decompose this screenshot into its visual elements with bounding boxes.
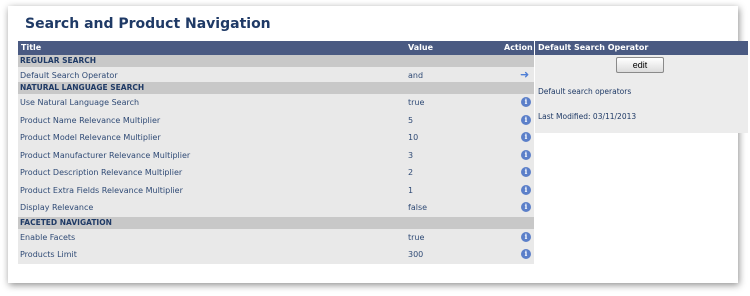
info-icon[interactable]: i <box>521 231 531 242</box>
section-header: REGULAR SEARCH <box>18 55 534 67</box>
arrow-right-icon[interactable]: ➜ <box>520 69 529 80</box>
info-icon[interactable]: i <box>521 114 531 125</box>
table-row[interactable]: Product Manufacturer Relevance Multiplie… <box>18 147 534 165</box>
column-header-value: Value <box>408 43 434 52</box>
row-value: 10 <box>408 133 419 142</box>
info-icon[interactable]: i <box>521 132 531 142</box>
edit-button[interactable]: edit <box>616 57 664 73</box>
section-header: NATURAL LANGUAGE SEARCH <box>18 82 534 94</box>
table-row[interactable]: Product Description Relevance Multiplier… <box>18 164 534 182</box>
row-value: true <box>408 98 425 107</box>
last-modified-text: Last Modified: 03/11/2013 <box>538 112 637 121</box>
row-value: and <box>408 71 424 80</box>
info-icon[interactable]: i <box>521 202 531 212</box>
table-row[interactable]: Product Extra Fields Relevance Multiplie… <box>18 182 534 200</box>
table-row[interactable]: Product Name Relevance Multiplier 5 i <box>18 112 534 130</box>
row-title: Default Search Operator <box>20 71 118 80</box>
table-row[interactable]: Enable Facets true i <box>18 229 534 247</box>
row-title: Use Natural Language Search <box>20 98 140 107</box>
column-header-action: Action <box>504 43 533 52</box>
row-value: 5 <box>408 115 414 125</box>
table-row[interactable]: Default Search Operator and ➜ <box>18 67 534 82</box>
row-value: 3 <box>408 150 414 160</box>
row-title: Enable Facets <box>20 232 76 242</box>
row-title: Product Model Relevance Multiplier <box>20 133 161 142</box>
side-panel-header: Default Search Operator <box>535 41 748 55</box>
row-value: 2 <box>408 168 414 177</box>
column-header-title: Title <box>21 43 42 52</box>
row-title: Product Name Relevance Multiplier <box>20 115 161 125</box>
table-row[interactable]: Use Natural Language Search true i <box>18 94 534 112</box>
row-title: Product Extra Fields Relevance Multiplie… <box>20 185 183 195</box>
table-header: Title Value Action <box>18 41 534 55</box>
settings-panel: Search and Product Navigation Title Valu… <box>8 6 748 283</box>
info-icon[interactable]: i <box>521 249 531 259</box>
row-value: false <box>408 203 428 212</box>
page-title: Search and Product Navigation <box>25 16 271 32</box>
info-icon[interactable]: i <box>521 149 531 160</box>
table-row[interactable]: Display Relevance false i <box>18 199 534 217</box>
row-value: true <box>408 232 425 242</box>
table-row[interactable]: Product Model Relevance Multiplier 10 i <box>18 129 534 147</box>
row-title: Display Relevance <box>20 203 94 212</box>
edit-side-panel: Default Search Operator edit Default sea… <box>535 41 748 133</box>
row-value: 300 <box>408 250 424 259</box>
row-title: Products Limit <box>20 250 77 259</box>
info-icon[interactable]: i <box>521 184 531 195</box>
row-title: Product Manufacturer Relevance Multiplie… <box>20 150 191 160</box>
side-panel-description: Default search operators <box>538 87 632 96</box>
table-row[interactable]: Products Limit 300 i <box>18 246 534 264</box>
section-header: FACETED NAVIGATION <box>18 216 534 229</box>
info-icon[interactable]: i <box>521 167 531 177</box>
info-icon[interactable]: i <box>521 97 531 107</box>
config-table: REGULAR SEARCH Default Search Operator a… <box>18 55 534 264</box>
row-value: 1 <box>408 185 414 195</box>
row-title: Product Description Relevance Multiplier <box>20 168 183 177</box>
